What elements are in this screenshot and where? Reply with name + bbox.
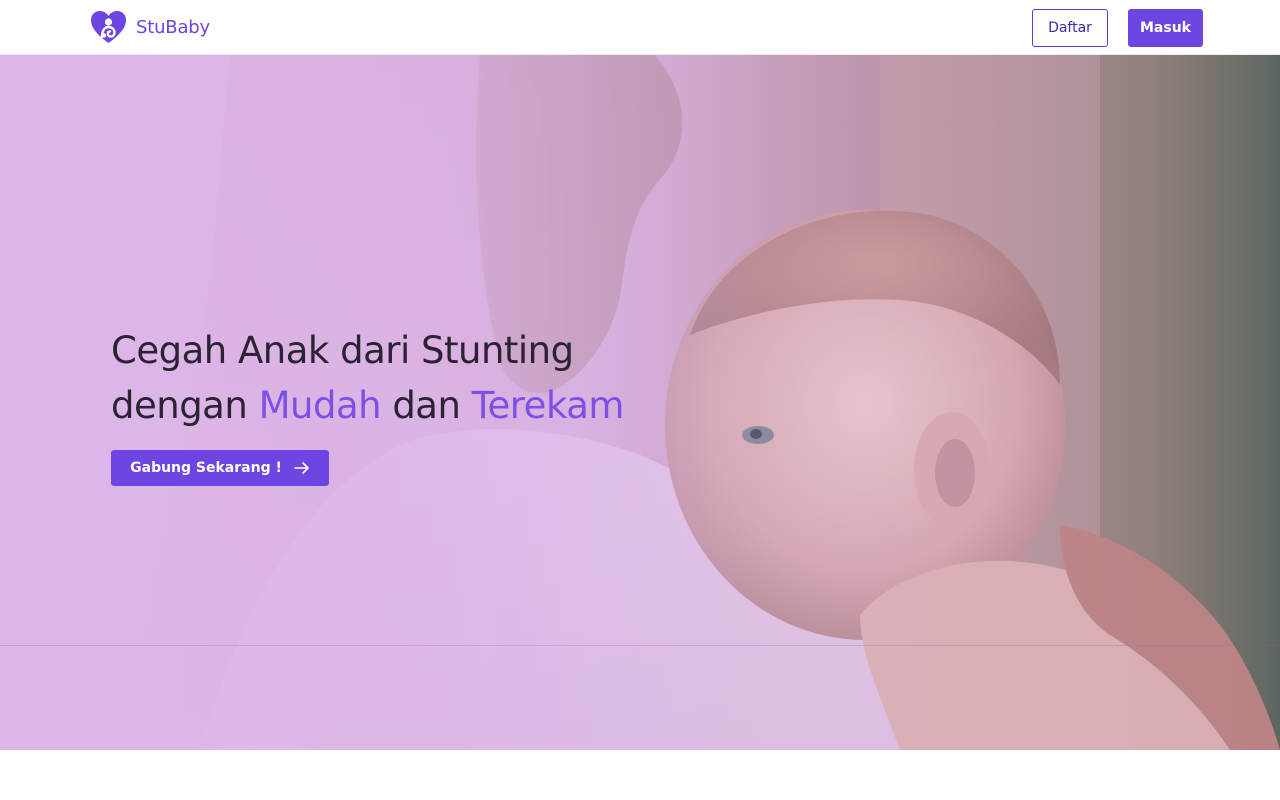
navbar: StuBaby Daftar Masuk xyxy=(0,0,1280,55)
headline-line2-prefix: dengan xyxy=(111,384,259,427)
register-button[interactable]: Daftar xyxy=(1032,9,1108,47)
join-now-button[interactable]: Gabung Sekarang ! xyxy=(111,450,329,486)
brand-name: StuBaby xyxy=(136,16,210,38)
stubaby-logo-icon xyxy=(91,11,126,43)
hero-divider xyxy=(0,645,1280,646)
page-bottom-area xyxy=(0,750,1280,800)
hero-headline: Cegah Anak dari Stunting dengan Mudah da… xyxy=(111,323,751,433)
brand[interactable]: StuBaby xyxy=(90,10,210,44)
headline-accent-terekam: Terekam xyxy=(471,384,625,427)
headline-line2-middle: dan xyxy=(381,384,472,427)
join-now-label: Gabung Sekarang ! xyxy=(130,460,282,476)
login-button[interactable]: Masuk xyxy=(1128,9,1203,47)
headline-line1: Cegah Anak dari Stunting xyxy=(111,329,574,372)
arrow-right-icon xyxy=(294,462,309,474)
hero-section: Cegah Anak dari Stunting dengan Mudah da… xyxy=(0,55,1280,750)
headline-accent-mudah: Mudah xyxy=(258,384,382,427)
